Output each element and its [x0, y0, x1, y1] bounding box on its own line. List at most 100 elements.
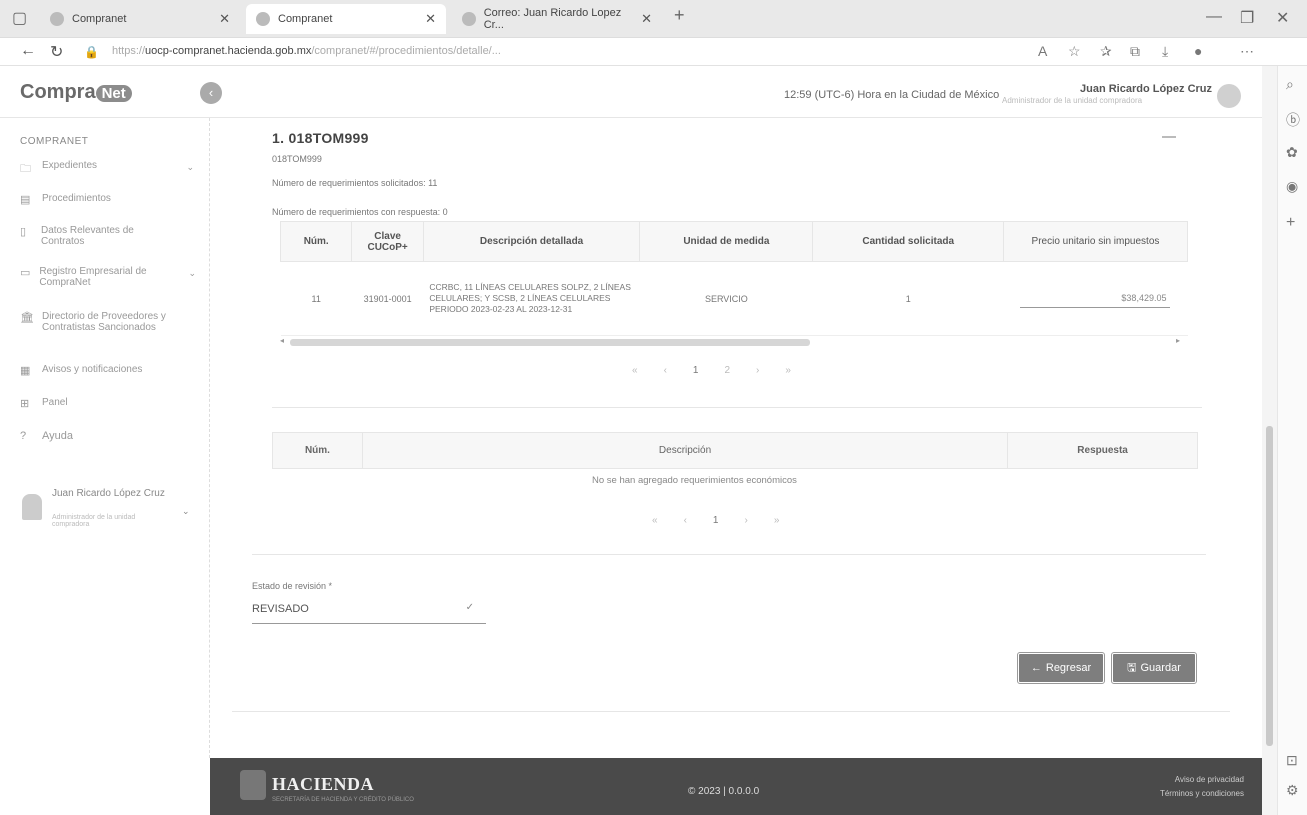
read-aloud-icon[interactable]: A: [1038, 43, 1047, 59]
more-menu-icon[interactable]: ⋯: [1240, 43, 1254, 60]
economic-requirements-table: Núm. Descripción Respuesta: [272, 432, 1198, 469]
compranet-favicon-icon: [50, 12, 64, 26]
table-header-row: Núm. Clave CUCoP+ Descripción detallada …: [279, 221, 1189, 262]
divider: [252, 554, 1206, 555]
user-avatar[interactable]: [1217, 84, 1241, 108]
sidebar-item-registro-empresarial[interactable]: ▭ Registro Empresarial de CompraNet ⌄: [20, 266, 196, 288]
browser-tab-3[interactable]: Correo: Juan Ricardo Lopez Cr... ✕: [452, 4, 662, 34]
question-icon: ?: [20, 430, 27, 442]
review-status-select[interactable]: REVISADO ✓: [252, 598, 486, 624]
building-icon: 🏛: [20, 312, 34, 324]
prev-page-button[interactable]: ‹: [684, 515, 687, 526]
terms-link[interactable]: Términos y condiciones: [1160, 787, 1244, 801]
content-divider: [232, 711, 1230, 712]
sidebar-item-procedimientos[interactable]: ▤ Procedimientos: [20, 193, 200, 206]
scroll-right-icon[interactable]: ▸: [1176, 336, 1180, 345]
chevron-down-icon: ⌄: [186, 162, 194, 172]
col-unidad: Unidad de medida: [639, 221, 814, 262]
extension-icon[interactable]: ✿: [1286, 144, 1298, 161]
collapse-section-button[interactable]: [1162, 136, 1176, 138]
procedure-code: 018TOM999: [272, 154, 322, 164]
favorite-star-icon[interactable]: ☆: [1068, 43, 1081, 60]
economic-pager: « ‹ 1 › »: [652, 515, 779, 526]
sidebar-section-title: COMPRANET: [20, 136, 89, 147]
document-icon: ▤: [20, 194, 31, 206]
restore-icon[interactable]: ❐: [1240, 8, 1254, 28]
save-icon: 🖫: [1127, 661, 1137, 674]
table-horizontal-scrollbar[interactable]: ◂ ▸: [280, 336, 1180, 346]
office-icon[interactable]: ◉: [1286, 178, 1298, 195]
next-page-button[interactable]: ›: [744, 515, 747, 526]
page-1-button[interactable]: 1: [693, 365, 699, 376]
page-vertical-scrollbar[interactable]: [1262, 66, 1277, 815]
scrollbar-thumb[interactable]: [1266, 426, 1273, 746]
page-1-button[interactable]: 1: [713, 515, 719, 526]
unit-price-input[interactable]: $38,429.05: [1020, 289, 1171, 308]
downloads-icon[interactable]: ⤓: [1162, 43, 1168, 60]
browser-tab-1[interactable]: Compranet ✕: [40, 4, 240, 34]
footer: HACIENDA SECRETARÍA DE HACIENDA Y CRÉDIT…: [210, 758, 1262, 815]
tab-actions-icon[interactable]: ▢: [12, 8, 27, 28]
save-button[interactable]: 🖫 Guardar: [1111, 652, 1197, 684]
search-icon[interactable]: ⌕: [1286, 76, 1294, 93]
id-card-icon: ▭: [20, 267, 31, 279]
address-bar: ← ↻ 🔒 https://uocp-compranet.hacienda.go…: [0, 38, 1307, 66]
main-content: 1. 018TOM999 018TOM999 Número de requeri…: [232, 118, 1230, 718]
requirements-table: Núm. Clave CUCoP+ Descripción detallada …: [279, 221, 1189, 336]
left-sidebar: COMPRANET 🗀 Expedientes ⌄ ▤ Procedimient…: [0, 118, 210, 758]
sidebar-item-datos-relevantes[interactable]: ▯ Datos Relevantes de Contratos: [20, 225, 170, 247]
sidebar-item-panel[interactable]: ⊞ Panel: [20, 397, 200, 410]
back-button[interactable]: ← Regresar: [1017, 652, 1105, 684]
sidebar-item-expedientes[interactable]: 🗀 Expedientes ⌄: [20, 160, 200, 179]
settings-gear-icon[interactable]: ⚙: [1286, 782, 1299, 799]
answered-count: Número de requerimientos con respuesta: …: [272, 207, 448, 217]
review-status-label: Estado de revisión *: [252, 581, 333, 591]
user-avatar-icon: [22, 494, 42, 520]
sidebar-item-directorio-proveedores[interactable]: 🏛 Directorio de Proveedores y Contratist…: [20, 311, 190, 333]
header-user-name: Juan Ricardo López Cruz: [1080, 83, 1213, 95]
url-field[interactable]: https://uocp-compranet.hacienda.gob.mx/c…: [112, 45, 501, 57]
close-tab-icon[interactable]: ✕: [425, 11, 436, 27]
compranet-favicon-icon: [256, 12, 270, 26]
favorites-icon[interactable]: ✰: [1100, 43, 1112, 60]
collapse-sidebar-button[interactable]: ‹: [200, 82, 222, 104]
first-page-button[interactable]: «: [652, 515, 658, 526]
folder-icon: 🗀: [20, 163, 31, 175]
collections-icon[interactable]: ⧉: [1130, 43, 1140, 60]
add-sidebar-icon[interactable]: +: [1286, 214, 1295, 232]
refresh-icon[interactable]: ↻: [50, 42, 63, 62]
last-page-button[interactable]: »: [785, 365, 791, 376]
sidebar-item-ayuda[interactable]: ? Ayuda: [20, 430, 200, 442]
lock-icon[interactable]: 🔒: [84, 45, 99, 59]
back-arrow-icon[interactable]: ←: [20, 42, 36, 60]
bing-icon[interactable]: ⓑ: [1286, 110, 1300, 130]
requirements-pager: « ‹ 1 2 › »: [632, 365, 791, 376]
page-2-button[interactable]: 2: [724, 365, 730, 376]
col-num: Núm.: [279, 221, 353, 262]
requested-count: Número de requerimientos solicitados: 11: [272, 178, 438, 188]
privacy-link[interactable]: Aviso de privacidad: [1160, 773, 1244, 787]
clock-label: 12:59 (UTC-6) Hora en la Ciudad de Méxic…: [784, 89, 1000, 101]
last-page-button[interactable]: »: [774, 515, 780, 526]
scroll-left-icon[interactable]: ◂: [280, 336, 284, 345]
close-tab-icon[interactable]: ✕: [641, 11, 652, 27]
profile-icon[interactable]: ●: [1194, 43, 1202, 59]
prev-page-button[interactable]: ‹: [664, 365, 667, 376]
footer-brand: HACIENDA: [272, 774, 375, 794]
first-page-button[interactable]: «: [632, 365, 638, 376]
arrow-left-icon: ←: [1030, 662, 1042, 674]
section-title: 1. 018TOM999: [272, 130, 369, 146]
browser-tab-2[interactable]: Compranet ✕: [246, 4, 446, 34]
close-tab-icon[interactable]: ✕: [219, 11, 230, 27]
scrollbar-thumb[interactable]: [290, 339, 810, 346]
grid-icon: ⊞: [20, 398, 30, 410]
sidebar-item-avisos[interactable]: ▦ Avisos y notificaciones: [20, 364, 200, 377]
calendar-icon: ▦: [20, 365, 31, 377]
mail-favicon-icon: [462, 12, 476, 26]
sidebar-toggle-icon[interactable]: ⊡: [1286, 752, 1298, 769]
close-window-icon[interactable]: ✕: [1276, 8, 1289, 28]
new-tab-button[interactable]: +: [674, 5, 685, 26]
compranet-logo[interactable]: Compra Net: [20, 81, 132, 104]
minimize-icon[interactable]: —: [1206, 8, 1222, 26]
next-page-button[interactable]: ›: [756, 365, 759, 376]
